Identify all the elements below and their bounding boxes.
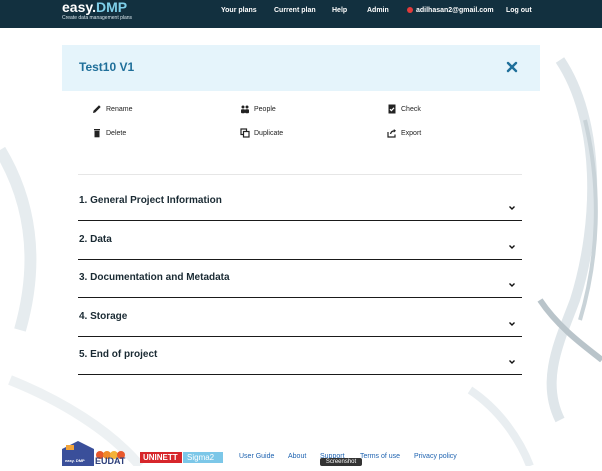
plan-title-panel: Test10 V1 (62, 45, 540, 91)
nav-admin[interactable]: Admin (367, 7, 389, 14)
duplicate-button[interactable]: Duplicate (240, 128, 283, 138)
duplicate-label: Duplicate (254, 129, 284, 137)
people-label: People (254, 105, 276, 113)
brand-name: easy.DMP (62, 0, 128, 15)
brand-tagline: Create data management plans (62, 15, 133, 21)
plan-title: Test10 V1 (79, 60, 135, 74)
footer-user-guide-link[interactable]: User Guide (239, 453, 274, 460)
duplicate-icon (240, 128, 250, 138)
nav-logout[interactable]: Log out (506, 7, 532, 14)
nav-current-plan[interactable]: Current plan (274, 7, 316, 14)
footer-privacy-link[interactable]: Privacy policy (414, 453, 457, 460)
section-storage[interactable]: 4. Storage (78, 298, 522, 337)
export-icon (387, 128, 397, 138)
divider (78, 174, 522, 175)
export-label: Export (401, 129, 422, 137)
top-navigation-bar: easy.DMP Create data management plans Yo… (0, 0, 602, 28)
nav-user-account[interactable]: adilhasan2@gmail.com (407, 7, 494, 14)
section-documentation-and-metadata[interactable]: 3. Documentation and Metadata (78, 259, 522, 298)
nav-your-plans[interactable]: Your plans (221, 7, 257, 14)
people-button[interactable]: People (240, 104, 276, 114)
easydmp-footer-logo: easy. DMP (62, 441, 94, 466)
section-title: 5. End of project (79, 349, 158, 360)
user-icon (407, 7, 413, 13)
chevron-down-icon[interactable] (508, 199, 516, 210)
export-button[interactable]: Export (387, 128, 421, 138)
delete-label: Delete (106, 129, 127, 137)
screenshot-label: Screenshot (320, 458, 362, 466)
chevron-down-icon[interactable] (508, 276, 516, 287)
rename-label: Rename (106, 105, 133, 113)
close-icon[interactable] (506, 60, 518, 73)
chevron-down-icon[interactable] (508, 315, 516, 326)
section-general-project-information[interactable]: 1. General Project Information (78, 182, 522, 221)
chevron-down-icon[interactable] (508, 353, 516, 364)
footer-terms-link[interactable]: Terms of use (360, 453, 400, 460)
section-end-of-project[interactable]: 5. End of project (78, 336, 522, 375)
trash-icon (92, 128, 102, 138)
sigma2-logo: Sigma2 (183, 452, 223, 463)
footer-about-link[interactable]: About (288, 453, 306, 460)
section-title: 2. Data (79, 234, 112, 245)
check-button[interactable]: Check (387, 104, 421, 114)
uninett-logo: UNINETT (140, 452, 182, 463)
chevron-down-icon[interactable] (508, 238, 516, 249)
eudat-logo: EUDAT (95, 447, 129, 466)
section-data[interactable]: 2. Data (78, 221, 522, 260)
check-document-icon (387, 104, 397, 114)
section-title: 3. Documentation and Metadata (79, 272, 230, 283)
check-label: Check (401, 105, 421, 113)
delete-button[interactable]: Delete (92, 128, 126, 138)
brand-logo[interactable]: easy.DMP Create data management plans (62, 0, 132, 21)
section-title: 1. General Project Information (79, 195, 222, 206)
rename-button[interactable]: Rename (92, 104, 132, 114)
pencil-icon (92, 104, 102, 114)
section-title: 4. Storage (79, 311, 128, 322)
people-icon (240, 104, 250, 114)
nav-help[interactable]: Help (332, 7, 347, 14)
